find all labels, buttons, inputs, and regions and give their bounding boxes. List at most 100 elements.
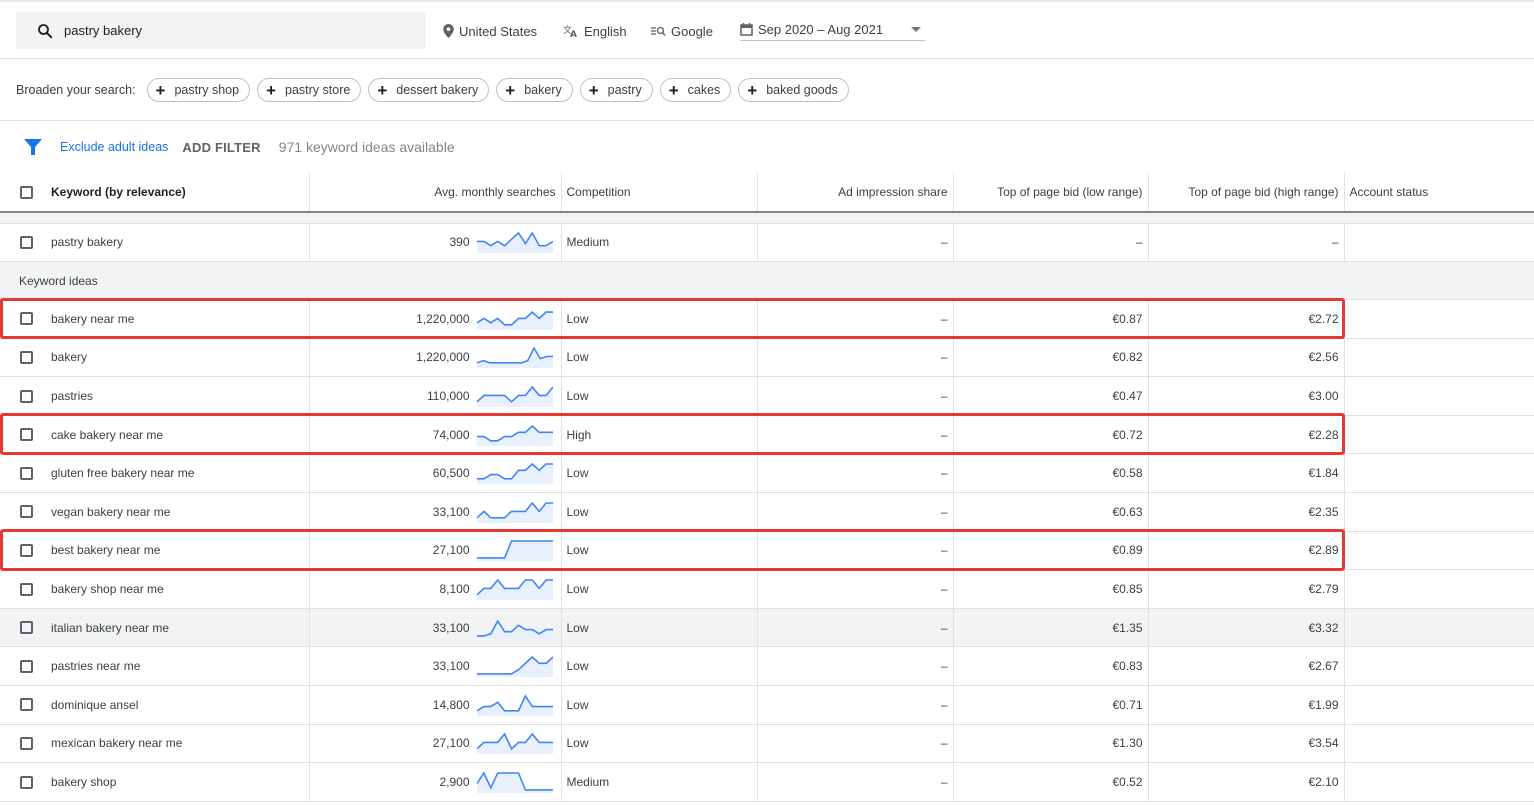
- keyword-search-input[interactable]: pastry bakery: [16, 12, 426, 49]
- header-account-status[interactable]: Account status: [1344, 173, 1534, 213]
- keyword-text[interactable]: gluten free bakery near me: [51, 466, 194, 480]
- competition-cell: Low: [561, 569, 758, 609]
- keyword-text[interactable]: italian bakery near me: [51, 621, 169, 635]
- date-range-selector[interactable]: Sep 2020 – Aug 2021: [740, 21, 926, 41]
- searched-keyword-row[interactable]: pastry bakery 390 Medium – – –: [0, 223, 1534, 263]
- row-checkbox[interactable]: [20, 736, 33, 750]
- broaden-chip[interactable]: + bakery: [496, 78, 573, 102]
- trend-sparkline[interactable]: [476, 617, 553, 639]
- ad-impression-share-cell: –: [757, 299, 954, 339]
- trend-sparkline[interactable]: [476, 501, 553, 523]
- exclude-adult-ideas-filter[interactable]: Exclude adult ideas: [60, 140, 168, 154]
- plus-icon: +: [155, 80, 166, 100]
- row-checkbox[interactable]: [20, 505, 33, 519]
- keyword-text[interactable]: pastries: [51, 389, 93, 403]
- trend-sparkline[interactable]: [476, 694, 553, 716]
- keyword-cell: mexican bakery near me: [0, 724, 310, 764]
- keyword-text[interactable]: vegan bakery near me: [51, 505, 170, 519]
- network-selector[interactable]: Google: [651, 21, 713, 41]
- keyword-text[interactable]: pastry bakery: [51, 235, 123, 249]
- row-checkbox[interactable]: [20, 621, 33, 635]
- broaden-chip[interactable]: + dessert bakery: [368, 78, 490, 102]
- select-all-checkbox[interactable]: [20, 185, 33, 199]
- top-bar: pastry bakery United States 文A English G…: [0, 0, 1534, 59]
- trend-sparkline[interactable]: [476, 346, 553, 369]
- account-status-cell: [1344, 724, 1534, 764]
- table-row[interactable]: bakery shop 2,900 Medium – €0.52 €2.10: [0, 762, 1534, 802]
- broaden-chip[interactable]: + baked goods: [738, 78, 849, 102]
- account-status-cell: [1344, 608, 1534, 648]
- keyword-text[interactable]: bakery: [51, 350, 87, 364]
- keyword-text[interactable]: best bakery near me: [51, 543, 160, 557]
- broaden-chip[interactable]: + pastry store: [257, 78, 362, 102]
- avg-monthly-searches: 74,000: [432, 427, 470, 442]
- filter-bar: Exclude adult ideas ADD FILTER 971 keywo…: [0, 122, 1534, 172]
- header-competition[interactable]: Competition: [561, 173, 758, 213]
- header-bid-high[interactable]: Top of page bid (high range): [1148, 173, 1345, 213]
- row-checkbox[interactable]: [20, 235, 33, 249]
- bid-high-cell: €2.10: [1148, 762, 1345, 802]
- searches-cell: 2,900: [309, 762, 562, 802]
- row-checkbox[interactable]: [20, 466, 33, 480]
- keyword-text[interactable]: cake bakery near me: [51, 428, 163, 442]
- broaden-chip[interactable]: + pastry shop: [146, 78, 251, 102]
- competition-cell: Low: [561, 299, 758, 339]
- trend-sparkline[interactable]: [476, 732, 553, 755]
- location-selector[interactable]: United States: [443, 21, 537, 41]
- trend-sparkline[interactable]: [476, 539, 553, 562]
- keyword-text[interactable]: dominique ansel: [51, 698, 138, 712]
- table-row[interactable]: mexican bakery near me 27,100 Low – €1.30 €3.…: [0, 724, 1534, 764]
- trend-sparkline[interactable]: [476, 771, 553, 794]
- table-row[interactable]: gluten free bakery near me 60,500 Low – €0.5…: [0, 453, 1534, 494]
- trend-sparkline[interactable]: [476, 462, 553, 485]
- language-selector[interactable]: 文A English: [563, 21, 627, 41]
- trend-sparkline[interactable]: [476, 385, 553, 408]
- ad-impression-share-cell: –: [757, 415, 954, 455]
- avg-monthly-searches: 27,100: [432, 543, 470, 558]
- filter-icon[interactable]: [24, 139, 42, 155]
- searches-cell: 1,220,000: [309, 299, 562, 339]
- bid-high-cell: €3.32: [1148, 608, 1345, 648]
- broaden-chip[interactable]: + cakes: [659, 78, 732, 102]
- broaden-chip[interactable]: + pastry: [579, 78, 653, 102]
- table-row[interactable]: italian bakery near me 33,100 Low – €1.35 €3.…: [0, 608, 1534, 648]
- searches-cell: 27,100: [309, 724, 562, 764]
- row-checkbox[interactable]: [20, 582, 33, 596]
- trend-sparkline[interactable]: [476, 308, 553, 330]
- keyword-text[interactable]: pastries near me: [51, 659, 140, 673]
- keyword-text[interactable]: bakery shop: [51, 775, 116, 789]
- table-row[interactable]: best bakery near me 27,100 Low – €0.89 €2.89: [0, 531, 1534, 571]
- trend-sparkline[interactable]: [476, 578, 553, 601]
- avg-monthly-searches: 60,500: [432, 466, 470, 481]
- add-filter-button[interactable]: ADD FILTER: [182, 140, 260, 155]
- table-row[interactable]: vegan bakery near me 33,100 Low – €0.63 €2.35: [0, 492, 1534, 532]
- trend-sparkline[interactable]: [476, 424, 553, 446]
- row-checkbox[interactable]: [20, 428, 33, 442]
- row-checkbox[interactable]: [20, 312, 33, 326]
- keyword-text[interactable]: bakery shop near me: [51, 582, 164, 596]
- trend-sparkline[interactable]: [476, 231, 553, 254]
- table-row[interactable]: pastries near me 33,100 Low – €0.83 €2.67: [0, 646, 1534, 687]
- header-keyword[interactable]: Keyword (by relevance): [0, 173, 310, 213]
- table-row[interactable]: cake bakery near me 74,000 High – €0.72 €2.28: [0, 415, 1534, 455]
- header-ad-impression-share[interactable]: Ad impression share: [757, 173, 954, 213]
- row-checkbox[interactable]: [20, 543, 33, 557]
- keyword-text[interactable]: bakery near me: [51, 312, 134, 326]
- ad-impression-share-cell: –: [757, 492, 954, 532]
- row-checkbox[interactable]: [20, 350, 33, 364]
- table-row[interactable]: bakery 1,220,000 Low – €0.82 €2.56: [0, 338, 1534, 378]
- row-checkbox[interactable]: [20, 659, 33, 673]
- keyword-cell: bakery near me: [0, 299, 310, 339]
- header-bid-low[interactable]: Top of page bid (low range): [953, 173, 1149, 213]
- table-row[interactable]: bakery shop near me 8,100 Low – €0.85 €2.79: [0, 569, 1534, 609]
- header-avg-monthly-searches[interactable]: Avg. monthly searches: [309, 173, 562, 213]
- table-row[interactable]: dominique ansel 14,800 Low – €0.71 €1.99: [0, 685, 1534, 725]
- row-checkbox[interactable]: [20, 389, 33, 403]
- search-value[interactable]: pastry bakery: [64, 23, 142, 38]
- keyword-text[interactable]: mexican bakery near me: [51, 736, 182, 750]
- row-checkbox[interactable]: [20, 775, 33, 789]
- row-checkbox[interactable]: [20, 698, 33, 712]
- table-row[interactable]: bakery near me 1,220,000 Low – €0.87 €2.72: [0, 299, 1534, 339]
- trend-sparkline[interactable]: [476, 655, 553, 678]
- table-row[interactable]: pastries 110,000 Low – €0.47 €3.00: [0, 376, 1534, 416]
